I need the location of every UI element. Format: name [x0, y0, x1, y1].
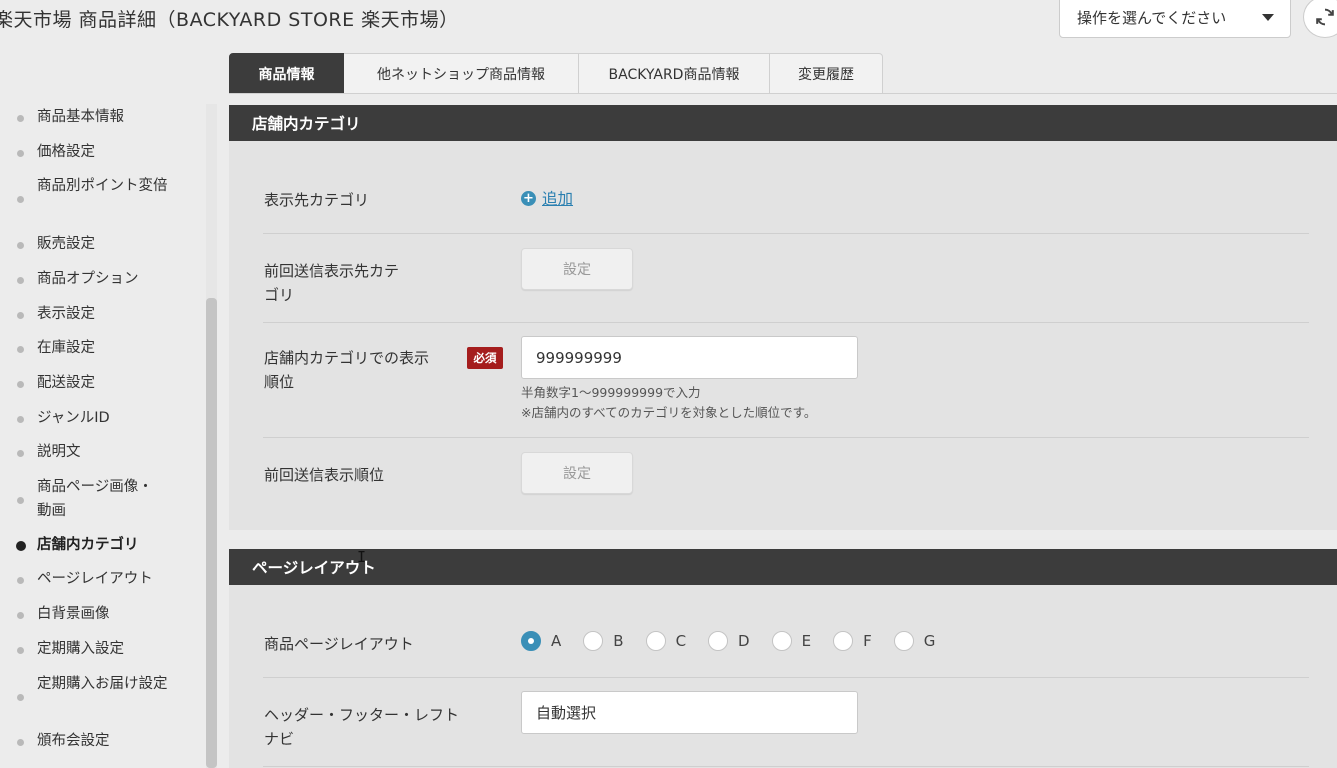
- radio-checked-icon: [521, 631, 541, 651]
- sidebar-item-options[interactable]: 商品オプション: [37, 267, 177, 291]
- sidebar-item-display[interactable]: 表示設定: [37, 302, 177, 326]
- sidebar-item-subscription-delivery[interactable]: 定期購入お届け設定: [37, 672, 172, 696]
- layout-option-f[interactable]: F: [833, 631, 872, 651]
- sidebar-item-price[interactable]: 価格設定: [37, 140, 177, 164]
- nav-bullet: [17, 416, 24, 423]
- nav-bullet: [17, 647, 24, 654]
- sidebar-item-sales[interactable]: 販売設定: [37, 232, 177, 256]
- section-header-page-layout: ページレイアウト: [229, 549, 1337, 585]
- layout-option-b[interactable]: B: [583, 631, 624, 651]
- action-select[interactable]: 操作を選んでください: [1059, 0, 1291, 38]
- refresh-icon: [1316, 8, 1334, 26]
- radio-icon: [645, 631, 666, 651]
- page-layout-label: 商品ページレイアウト: [264, 635, 414, 653]
- tab-divider: [229, 93, 1337, 94]
- tab-backyard-info[interactable]: BACKYARD商品情報: [579, 53, 770, 94]
- layout-option-a[interactable]: A: [521, 631, 561, 651]
- sidebar-item-white-bg[interactable]: 白背景画像: [37, 602, 177, 626]
- action-select-label: 操作を選んでください: [1077, 8, 1227, 27]
- radio-icon: [833, 631, 854, 651]
- nav-bullet: [17, 115, 24, 122]
- radio-icon: [583, 631, 604, 651]
- layout-option-g[interactable]: G: [893, 631, 935, 651]
- plus-circle-icon: +: [521, 190, 536, 206]
- display-order-input[interactable]: [521, 336, 858, 379]
- text-cursor-icon: I: [357, 548, 367, 566]
- sidebar-item-distribution[interactable]: 頒布会設定: [37, 729, 177, 753]
- page-layout-radio-group: A B C D E F G: [521, 631, 957, 651]
- sidebar: [0, 104, 218, 768]
- header-footer-input[interactable]: [521, 691, 858, 734]
- sidebar-item-genre[interactable]: ジャンルID: [37, 406, 177, 430]
- display-category-label: 表示先カテゴリ: [264, 191, 370, 209]
- nav-bullet: [17, 739, 24, 746]
- radio-icon: [708, 631, 729, 651]
- add-category-link[interactable]: + 追加: [521, 187, 573, 209]
- nav-bullet: [17, 242, 24, 249]
- prev-order-set-button[interactable]: 設定: [521, 452, 633, 494]
- prev-category-set-button[interactable]: 設定: [521, 248, 633, 290]
- order-hint-2: ※店舗内のすべてのカテゴリを対象とした順位です。: [521, 405, 817, 420]
- nav-bullet: [17, 150, 24, 157]
- chevron-down-icon: [1262, 13, 1274, 21]
- header-footer-label: ヘッダー・フッター・レフトナビ: [264, 706, 460, 748]
- sidebar-item-store-category[interactable]: 店舗内カテゴリ: [37, 533, 177, 557]
- nav-bullet: [17, 196, 24, 203]
- required-badge: 必須: [467, 347, 503, 369]
- row-divider: [263, 766, 1309, 767]
- layout-option-e[interactable]: E: [771, 631, 811, 651]
- row-divider: [263, 677, 1309, 678]
- layout-option-c[interactable]: C: [645, 631, 686, 651]
- nav-bullet: [17, 577, 24, 584]
- nav-bullet: [17, 277, 24, 284]
- sidebar-item-media[interactable]: 商品ページ画像・動画: [37, 475, 167, 523]
- sidebar-item-description[interactable]: 説明文: [37, 440, 177, 464]
- nav-bullet: [17, 346, 24, 353]
- section-header-store-category: 店舗内カテゴリ: [229, 105, 1337, 141]
- display-order-label: 店舗内カテゴリでの表示順位: [264, 349, 430, 391]
- row-divider: [263, 322, 1309, 323]
- row-divider: [263, 437, 1309, 438]
- order-hint-1: 半角数字1～999999999で入力: [521, 385, 701, 400]
- page-title: 楽天市場 商品詳細（BACKYARD STORE 楽天市場）: [0, 9, 459, 31]
- sidebar-item-subscription[interactable]: 定期購入設定: [37, 637, 177, 661]
- row-divider: [263, 233, 1309, 234]
- nav-bullet: [17, 450, 24, 457]
- nav-bullet: [17, 694, 24, 701]
- sidebar-item-point[interactable]: 商品別ポイント変倍: [37, 174, 172, 198]
- radio-icon: [771, 631, 792, 651]
- nav-bullet-active: [16, 541, 26, 551]
- refresh-button[interactable]: [1303, 0, 1337, 38]
- radio-icon: [893, 631, 914, 651]
- sidebar-item-basic-info[interactable]: 商品基本情報: [37, 105, 177, 129]
- prev-display-category-label: 前回送信表示先カテゴリ: [264, 262, 400, 304]
- tab-bar: 商品情報 他ネットショップ商品情報 BACKYARD商品情報 変更履歴: [229, 53, 883, 94]
- nav-bullet: [17, 497, 24, 504]
- sidebar-item-shipping[interactable]: 配送設定: [37, 371, 177, 395]
- sidebar-item-stock[interactable]: 在庫設定: [37, 336, 177, 360]
- tab-other-shop-info[interactable]: 他ネットショップ商品情報: [344, 53, 579, 94]
- sidebar-item-page-layout[interactable]: ページレイアウト: [37, 567, 177, 591]
- nav-bullet: [17, 312, 24, 319]
- nav-bullet: [17, 612, 24, 619]
- layout-option-d[interactable]: D: [708, 631, 750, 651]
- add-link-label: 追加: [542, 190, 574, 208]
- prev-order-label: 前回送信表示順位: [264, 466, 385, 484]
- nav-bullet: [17, 381, 24, 388]
- tab-change-history[interactable]: 変更履歴: [770, 53, 883, 94]
- sidebar-scroll-thumb[interactable]: [206, 298, 217, 768]
- tab-product-info[interactable]: 商品情報: [229, 53, 344, 94]
